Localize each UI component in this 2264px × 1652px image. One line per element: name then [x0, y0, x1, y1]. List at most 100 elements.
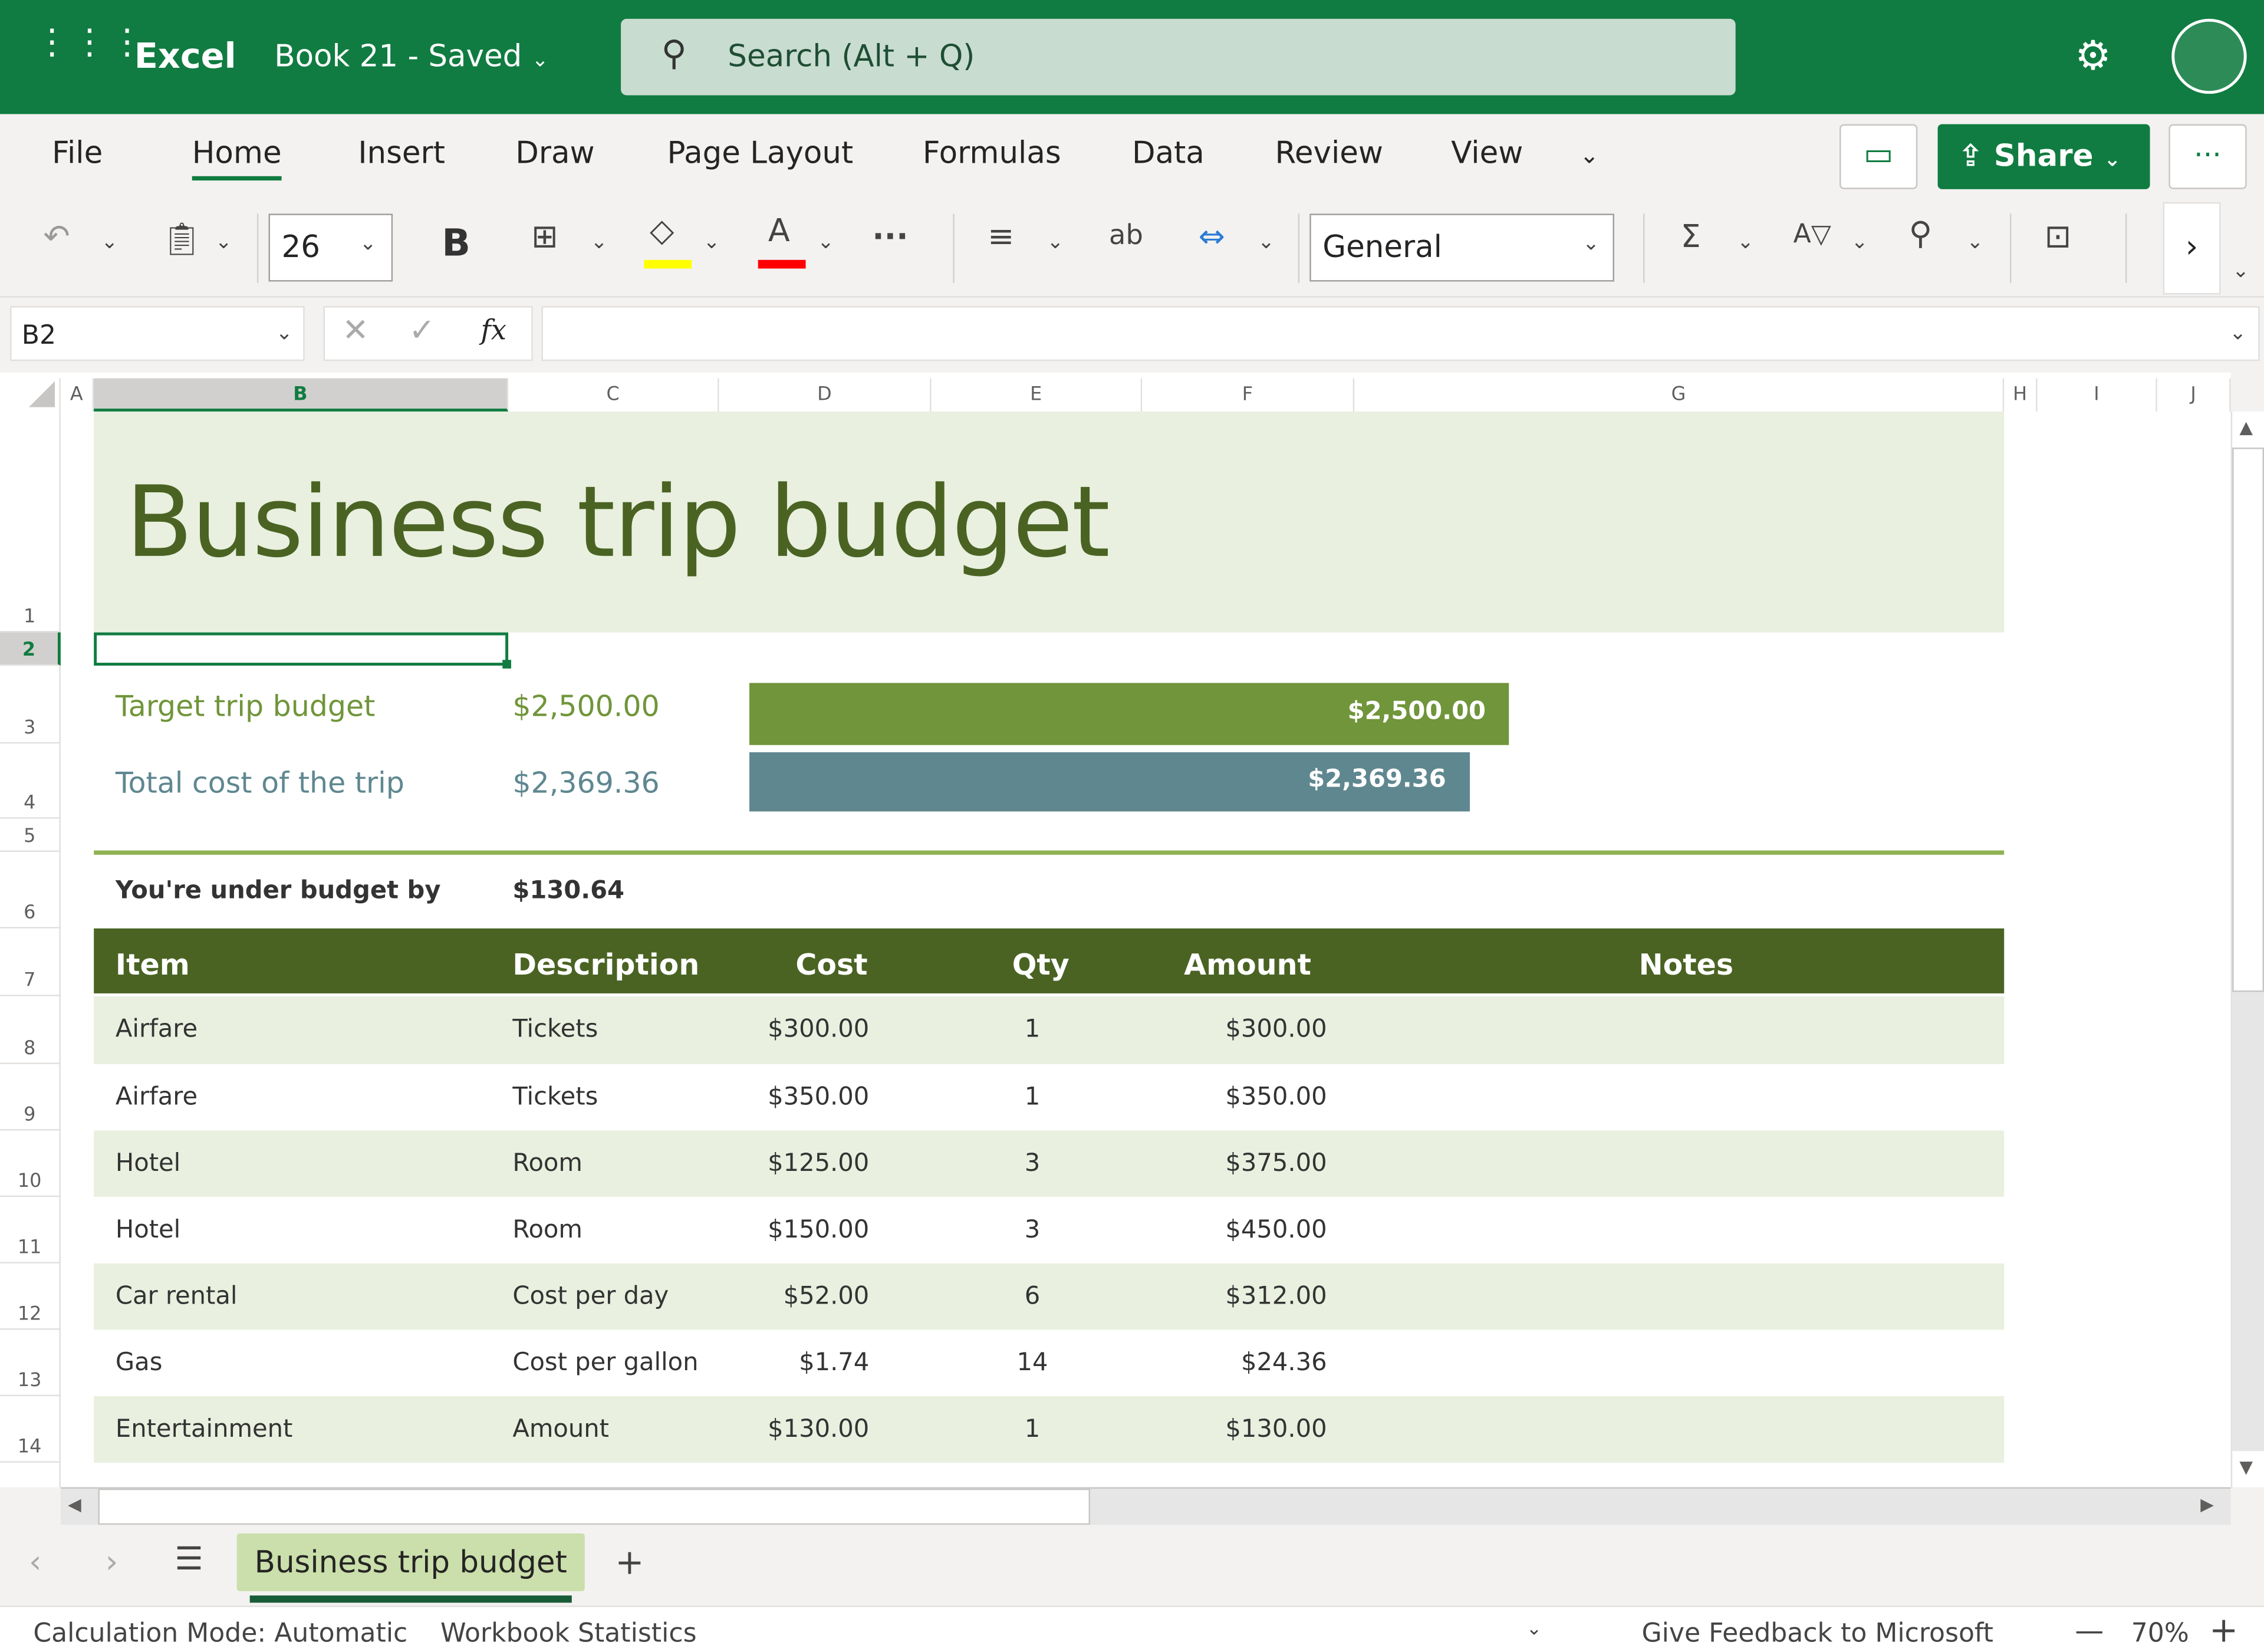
item-cell[interactable]: Hotel — [116, 1216, 180, 1245]
expand-formula-bar-icon[interactable]: ⌄ — [2229, 322, 2246, 345]
column-header-h[interactable]: H — [2004, 378, 2038, 412]
column-header-d[interactable]: D — [719, 378, 932, 412]
amount-cell[interactable]: $130.00 — [1225, 1415, 1327, 1444]
description-cell[interactable]: Amount — [512, 1415, 609, 1444]
row-header-6[interactable]: 6 — [0, 851, 61, 929]
amount-cell[interactable]: $450.00 — [1225, 1216, 1327, 1245]
column-header-i[interactable]: I — [2037, 378, 2157, 412]
column-header-j[interactable]: J — [2157, 378, 2231, 412]
table-row[interactable]: Car rental Cost per day $52.00 6 $312.00 — [94, 1263, 2005, 1330]
insert-function-icon[interactable]: fx — [481, 315, 506, 347]
chevron-down-icon[interactable]: ⌄ — [1258, 231, 1275, 254]
header-qty[interactable]: Qty — [1012, 947, 1070, 982]
scroll-down-icon[interactable]: ▼ — [2239, 1457, 2253, 1477]
calc-mode[interactable]: Calculation Mode: Automatic — [33, 1618, 407, 1648]
row-header-7[interactable]: 7 — [0, 928, 61, 996]
select-all-corner[interactable] — [0, 378, 61, 412]
wrap-text-icon[interactable]: ab — [1109, 219, 1143, 251]
expand-ribbon-chevron-icon[interactable]: ⌄ — [2232, 260, 2249, 283]
fill-color-icon[interactable]: ◇ — [650, 213, 674, 249]
tab-view[interactable]: View — [1451, 136, 1523, 170]
amount-cell[interactable]: $312.00 — [1225, 1282, 1327, 1311]
header-description[interactable]: Description — [512, 947, 699, 982]
more-font-options-icon[interactable]: ··· — [872, 219, 908, 255]
description-cell[interactable]: Room — [512, 1149, 583, 1178]
item-cell[interactable]: Entertainment — [116, 1415, 292, 1444]
tab-formulas[interactable]: Formulas — [923, 136, 1061, 170]
row-header-14[interactable]: 14 — [0, 1396, 61, 1463]
search-box[interactable]: ⚲ Search (Alt + Q) — [621, 18, 1736, 96]
chevron-down-icon[interactable]: ⌄ — [1737, 231, 1754, 254]
column-header-f[interactable]: F — [1142, 378, 1355, 412]
amount-cell[interactable]: $24.36 — [1241, 1348, 1327, 1377]
cost-cell[interactable]: $150.00 — [768, 1216, 869, 1245]
row-header-2[interactable]: 2 — [0, 632, 61, 666]
add-sheet-icon[interactable]: + — [615, 1542, 644, 1583]
number-format-select[interactable]: General ⌄ — [1309, 213, 1614, 282]
analyze-data-icon[interactable]: ⊡ — [2045, 219, 2071, 255]
all-sheets-menu-icon[interactable]: ☰ — [175, 1542, 203, 1578]
row-header-1[interactable]: 1 — [0, 411, 61, 633]
merge-center-icon[interactable]: ⇔ — [1199, 219, 1225, 255]
chevron-down-icon[interactable]: ⌄ — [1967, 231, 1984, 254]
column-header-c[interactable]: C — [508, 378, 719, 412]
chevron-down-icon[interactable]: ⌄ — [703, 231, 720, 254]
header-notes[interactable]: Notes — [1639, 947, 1733, 982]
tab-data[interactable]: Data — [1132, 136, 1205, 170]
vertical-scroll-thumb[interactable] — [2232, 447, 2264, 992]
vertical-scrollbar[interactable]: ▲ ▼ — [2230, 411, 2264, 1488]
qty-cell[interactable]: 6 — [960, 1282, 1105, 1311]
table-row[interactable]: Airfare Tickets $300.00 1 $300.00 — [94, 996, 2005, 1064]
amount-cell[interactable]: $375.00 — [1225, 1149, 1327, 1178]
cost-cell[interactable]: $350.00 — [768, 1083, 869, 1112]
tab-file[interactable]: File — [52, 136, 103, 170]
row-header-15[interactable] — [0, 1462, 61, 1488]
horizontal-scrollbar[interactable]: ◀ ▶ — [60, 1487, 2231, 1525]
tab-review[interactable]: Review — [1275, 136, 1383, 170]
autosum-icon[interactable]: Σ — [1681, 219, 1701, 255]
sort-filter-icon[interactable]: A▽ — [1794, 219, 1831, 249]
qty-cell[interactable]: 1 — [960, 1083, 1105, 1112]
sheet-tab-business-trip-budget[interactable]: Business trip budget — [236, 1533, 585, 1591]
horizontal-scroll-thumb[interactable] — [98, 1488, 1090, 1525]
description-cell[interactable]: Room — [512, 1216, 583, 1245]
description-cell[interactable]: Tickets — [512, 1015, 598, 1044]
tab-page-layout[interactable]: Page Layout — [667, 136, 853, 170]
item-cell[interactable]: Car rental — [116, 1282, 238, 1311]
row-header-12[interactable]: 12 — [0, 1263, 61, 1330]
next-sheet-icon[interactable]: › — [106, 1545, 119, 1581]
table-row[interactable]: Gas Cost per gallon $1.74 14 $24.36 — [94, 1330, 2005, 1397]
align-icon[interactable]: ≡ — [988, 219, 1014, 255]
font-color-icon[interactable]: A — [768, 213, 790, 249]
item-cell[interactable]: Gas — [116, 1348, 162, 1377]
chevron-down-icon[interactable]: ⌄ — [101, 231, 118, 254]
table-row[interactable]: Hotel Room $150.00 3 $450.00 — [94, 1197, 2005, 1263]
cost-cell[interactable]: $300.00 — [768, 1015, 869, 1044]
row-header-3[interactable]: 3 — [0, 665, 61, 744]
amount-cell[interactable]: $300.00 — [1225, 1015, 1327, 1044]
cost-cell[interactable]: $130.00 — [768, 1415, 869, 1444]
more-options-icon[interactable]: ··· — [2168, 124, 2247, 189]
item-cell[interactable]: Hotel — [116, 1149, 180, 1178]
app-name[interactable]: Excel — [134, 36, 236, 77]
qty-cell[interactable]: 3 — [960, 1149, 1105, 1178]
active-cell-b2[interactable] — [94, 632, 511, 669]
column-header-g[interactable]: G — [1354, 378, 2005, 412]
font-size-select[interactable]: 26 ⌄ — [268, 213, 393, 282]
qty-cell[interactable]: 3 — [960, 1216, 1105, 1245]
cost-cell[interactable]: $52.00 — [784, 1282, 870, 1311]
description-cell[interactable]: Cost per day — [512, 1282, 669, 1311]
prev-sheet-icon[interactable]: ‹ — [29, 1545, 42, 1581]
column-header-e[interactable]: E — [931, 378, 1143, 412]
row-header-5[interactable]: 5 — [0, 818, 61, 852]
share-button[interactable]: ⇪ Share ⌄ — [1937, 124, 2150, 189]
more-tabs-chevron-icon[interactable]: ⌄ — [1579, 141, 1599, 169]
item-cell[interactable]: Airfare — [116, 1083, 198, 1112]
tab-draw[interactable]: Draw — [515, 136, 594, 170]
qty-cell[interactable]: 1 — [960, 1015, 1105, 1044]
status-chevron-icon[interactable]: ⌄ — [1526, 1618, 1542, 1640]
tab-insert[interactable]: Insert — [358, 136, 445, 170]
chevron-down-icon[interactable]: ⌄ — [1851, 231, 1868, 254]
app-launcher-icon[interactable]: ⋮⋮⋮ — [35, 25, 147, 60]
workbook-stats[interactable]: Workbook Statistics — [440, 1618, 697, 1648]
